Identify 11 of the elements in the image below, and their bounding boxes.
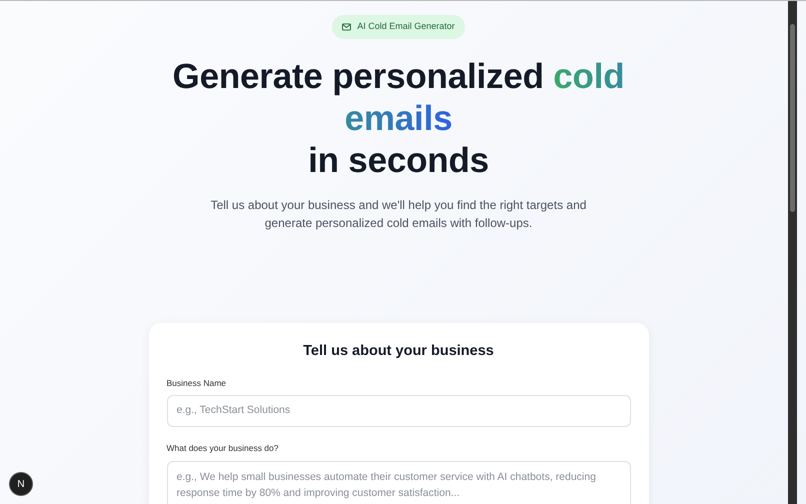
mail-icon	[342, 22, 352, 31]
subtitle: Tell us about your business and we'll help you find the right targets and generate personalized cold emails with follow-ups.	[210, 196, 588, 232]
headline: Generate personalized cold emails in seconds	[172, 56, 626, 182]
scrollbar[interactable]	[788, 1, 797, 504]
input-field[interactable]: e.g., TechStart Solutions	[166, 395, 630, 427]
dev-tools-button[interactable]: N	[10, 473, 32, 495]
title-badge: AI Cold Email Generator	[332, 15, 465, 38]
text-area[interactable]: e.g., We help small businesses automate their customer service with AI chatbots, reducing response time by 80% and improving customer satisfaction...	[166, 460, 630, 504]
field-label: Business Name	[166, 376, 228, 390]
field-label: What does your business do?	[166, 442, 280, 455]
form-title: Tell us about your business	[302, 342, 495, 361]
